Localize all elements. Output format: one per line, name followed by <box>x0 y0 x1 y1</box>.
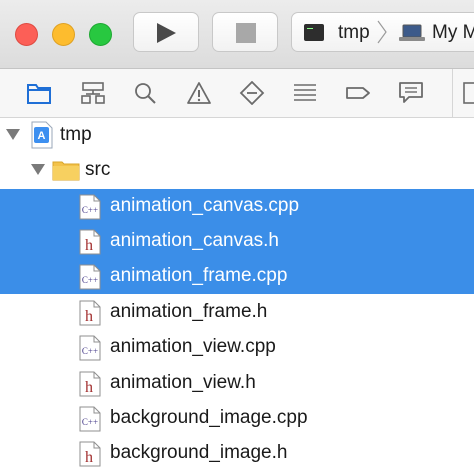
scheme-selector[interactable]: tmp My M <box>291 12 474 52</box>
file-row[interactable]: h background_image.h <box>0 436 474 471</box>
cpp-file-icon: C++ <box>79 406 101 432</box>
cpp-file-icon: C++ <box>79 194 101 220</box>
file-name: animation_canvas.h <box>110 230 279 251</box>
list-icon[interactable] <box>292 81 318 105</box>
folder-row[interactable]: src <box>0 153 474 188</box>
navigator-tab-bar <box>0 69 474 118</box>
cpp-file-icon: C++ <box>79 264 101 290</box>
svg-text:A: A <box>38 130 46 142</box>
laptop-icon <box>399 24 425 41</box>
header-file-icon: h <box>79 371 101 397</box>
file-name: animation_frame.cpp <box>110 265 288 286</box>
header-file-icon: h <box>79 300 101 326</box>
close-window-button[interactable] <box>15 23 38 46</box>
file-name: background_image.h <box>110 442 288 463</box>
file-name: animation_view.cpp <box>110 336 276 357</box>
diamond-minus-icon[interactable] <box>239 81 265 105</box>
warning-icon[interactable] <box>186 81 212 105</box>
svg-text:C++: C++ <box>82 205 98 215</box>
folder-icon <box>52 161 80 181</box>
chevron-right-icon <box>377 20 387 44</box>
panel-divider <box>452 69 453 117</box>
file-name: background_image.cpp <box>110 407 308 428</box>
file-row[interactable]: h animation_canvas.h <box>0 224 474 259</box>
folder-name: src <box>85 159 111 180</box>
file-name: animation_canvas.cpp <box>110 195 300 216</box>
project-row[interactable]: A tmp <box>0 118 474 153</box>
xcode-project-icon: A <box>31 121 53 149</box>
svg-text:C++: C++ <box>82 275 98 285</box>
svg-text:h: h <box>85 449 93 466</box>
inspector-panel-icon[interactable] <box>462 81 474 105</box>
scheme-target: tmp <box>338 22 370 43</box>
minimize-window-button[interactable] <box>52 23 75 46</box>
play-icon <box>157 23 176 43</box>
svg-text:h: h <box>85 237 93 254</box>
header-file-icon: h <box>79 229 101 255</box>
search-icon[interactable] <box>133 81 159 105</box>
file-row[interactable]: C++ animation_view.cpp <box>0 330 474 365</box>
disclosure-triangle-icon[interactable] <box>6 129 20 141</box>
project-navigator: A tmp src C++ animation_canvas.cpp h ani… <box>0 118 474 474</box>
svg-text:h: h <box>85 379 93 396</box>
file-row[interactable]: h animation_view.h <box>0 366 474 401</box>
file-row[interactable]: C++ background_image.cpp <box>0 401 474 436</box>
stop-icon <box>236 23 256 43</box>
cpp-file-icon: C++ <box>79 335 101 361</box>
svg-text:C++: C++ <box>82 346 98 356</box>
scheme-device: My M <box>432 22 474 43</box>
stop-button[interactable] <box>212 12 278 52</box>
file-row[interactable]: C++ animation_frame.cpp <box>0 259 474 294</box>
svg-text:C++: C++ <box>82 417 98 427</box>
project-name: tmp <box>60 124 92 145</box>
speech-bubble-icon[interactable] <box>398 81 424 105</box>
zoom-window-button[interactable] <box>89 23 112 46</box>
file-row[interactable]: C++ animation_canvas.cpp <box>0 189 474 224</box>
toolbar: tmp My M <box>0 0 474 69</box>
folder-icon[interactable] <box>26 81 52 105</box>
svg-text:h: h <box>85 308 93 325</box>
file-row[interactable]: h animation_frame.h <box>0 295 474 330</box>
terminal-icon <box>304 24 324 41</box>
hierarchy-icon[interactable] <box>80 81 106 105</box>
header-file-icon: h <box>79 441 101 467</box>
run-button[interactable] <box>133 12 199 52</box>
disclosure-triangle-icon[interactable] <box>31 164 45 176</box>
tag-icon[interactable] <box>345 81 371 105</box>
file-name: animation_view.h <box>110 372 256 393</box>
file-name: animation_frame.h <box>110 301 268 322</box>
